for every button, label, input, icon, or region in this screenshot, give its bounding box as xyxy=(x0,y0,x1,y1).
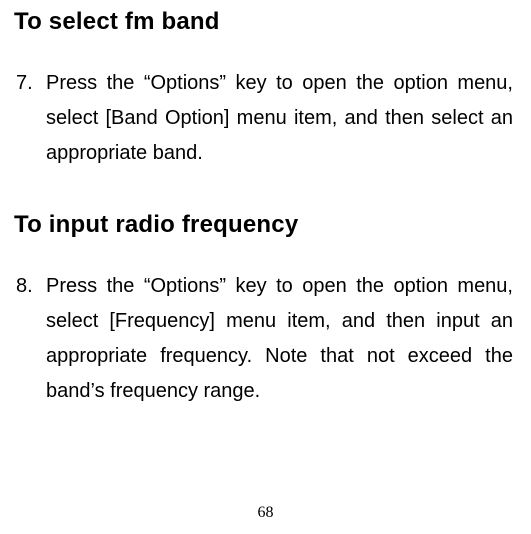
page-number: 68 xyxy=(0,504,531,522)
list-text-7: Press the “Options” key to open the opti… xyxy=(46,66,513,171)
list-text-8: Press the “Options” key to open the opti… xyxy=(46,269,513,409)
heading-input-radio-frequency: To input radio frequency xyxy=(14,211,513,239)
list-number-8: 8. xyxy=(14,269,46,409)
heading-select-fm-band: To select fm band xyxy=(14,8,513,36)
list-item-7: 7. Press the “Options” key to open the o… xyxy=(14,66,513,171)
list-item-8: 8. Press the “Options” key to open the o… xyxy=(14,269,513,409)
list-number-7: 7. xyxy=(14,66,46,171)
